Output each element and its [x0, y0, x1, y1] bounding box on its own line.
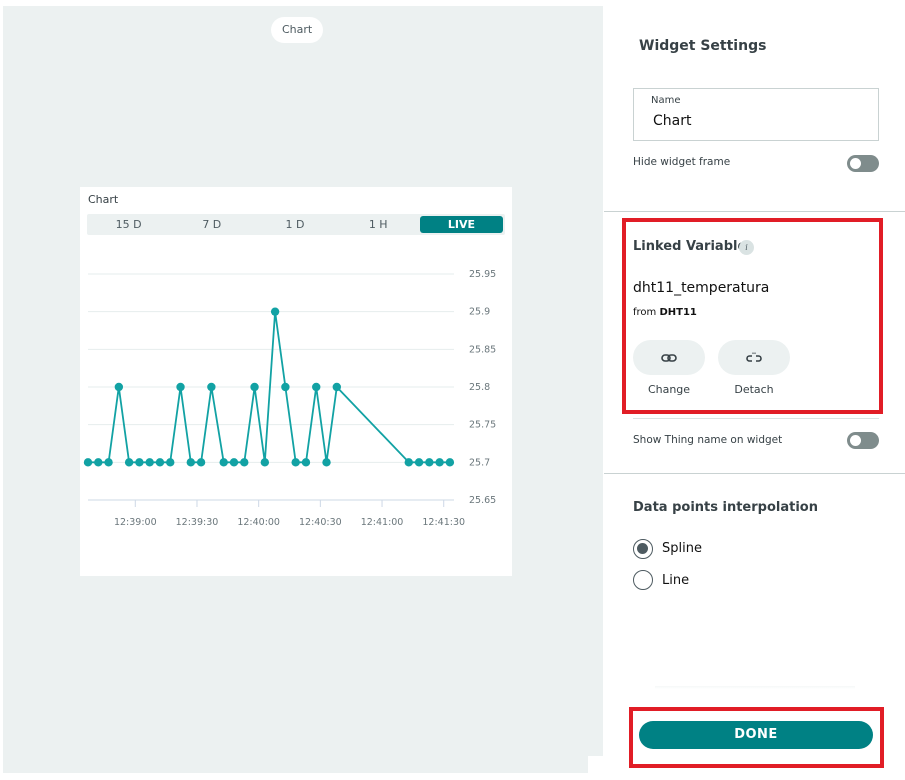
canvas-notch: [588, 756, 605, 776]
show-thing-label: Show Thing name on widget: [633, 434, 783, 446]
x-tick-label: 12:41:30: [422, 517, 465, 528]
data-point: [291, 458, 300, 467]
section-divider: [633, 418, 879, 419]
data-point: [229, 458, 239, 467]
linked-variable-name: dht11_temperatura: [633, 280, 770, 296]
data-point: [250, 382, 259, 392]
section-divider: [604, 211, 905, 212]
y-tick-label: 25.9: [469, 307, 490, 318]
data-point: [270, 307, 280, 316]
detach-label: Detach: [734, 383, 774, 396]
y-tick-label: 25.85: [469, 344, 496, 355]
y-tick-label: 25.8: [469, 382, 490, 393]
y-tick-label: 25.65: [469, 495, 496, 506]
data-point: [207, 382, 216, 392]
data-point: [124, 458, 134, 467]
section-divider: [604, 473, 905, 474]
info-icon[interactable]: i: [739, 240, 754, 255]
x-tick-label: 12:39:00: [114, 517, 157, 528]
x-tick-label: 12:39:30: [176, 517, 219, 528]
chart-widget[interactable]: Chart 15 D 7 D 1 D 1 H LIVE 25.65 25.7 25.…: [80, 187, 512, 576]
linked-thing: from DHT11: [633, 307, 697, 318]
link-icon: [661, 353, 677, 362]
data-point: [332, 382, 341, 392]
data-point: [94, 458, 103, 467]
interpolation-title: Data points interpolation: [633, 500, 818, 515]
detach-variable-button[interactable]: [718, 340, 790, 375]
data-point: [186, 458, 196, 467]
line-radio[interactable]: [633, 570, 653, 590]
data-point: [322, 458, 331, 467]
data-point: [155, 458, 165, 467]
data-point: [240, 458, 249, 467]
name-field[interactable]: Name: [633, 88, 879, 141]
panel-title: Widget Settings: [639, 38, 767, 54]
data-point: [104, 458, 113, 467]
data-point: [281, 382, 290, 392]
hide-frame-toggle[interactable]: [847, 155, 879, 172]
scroll-fade: [655, 686, 855, 689]
data-point: [301, 458, 311, 467]
data-point: [135, 458, 144, 467]
widget-title-pill: Chart: [271, 17, 324, 43]
data-point: [219, 458, 228, 467]
data-point: [414, 458, 424, 467]
line-chart: 25.65 25.7 25.75 25.8 25.85 25.9 25.95 12:39:00…: [83, 269, 496, 528]
linked-variable-title: Linked Variable: [633, 239, 747, 254]
y-tick-label: 25.7: [469, 457, 490, 468]
y-tick-label: 25.95: [469, 269, 496, 280]
data-point: [445, 458, 455, 467]
name-input[interactable]: [653, 113, 863, 129]
done-button[interactable]: DONE: [639, 721, 873, 749]
unlink-icon: [746, 352, 762, 362]
data-point: [435, 458, 444, 467]
line-label[interactable]: Line: [662, 573, 689, 588]
from-prefix: from: [633, 307, 657, 318]
widget-settings-panel: Widget Settings Name Hide widget frame L…: [604, 0, 905, 780]
data-point: [83, 458, 93, 467]
data-point: [260, 458, 270, 467]
data-point: [176, 382, 185, 392]
change-variable-button[interactable]: [633, 340, 705, 375]
data-point: [145, 458, 154, 467]
data-point: [114, 382, 124, 392]
spline-label[interactable]: Spline: [662, 541, 702, 556]
x-tick-label: 12:40:30: [299, 517, 342, 528]
show-thing-toggle[interactable]: [847, 432, 879, 449]
x-tick-label: 12:41:00: [361, 517, 404, 528]
change-label: Change: [647, 383, 691, 396]
spline-radio[interactable]: [633, 539, 653, 559]
name-label: Name: [651, 95, 681, 106]
data-point: [196, 458, 206, 467]
hide-frame-label: Hide widget frame: [633, 156, 731, 168]
x-tick-label: 12:40:00: [237, 517, 280, 528]
y-tick-label: 25.75: [469, 420, 496, 431]
data-point: [425, 458, 434, 467]
data-point: [312, 382, 321, 392]
thing-name: DHT11: [659, 307, 697, 318]
data-point: [166, 458, 175, 467]
data-point: [404, 458, 413, 467]
